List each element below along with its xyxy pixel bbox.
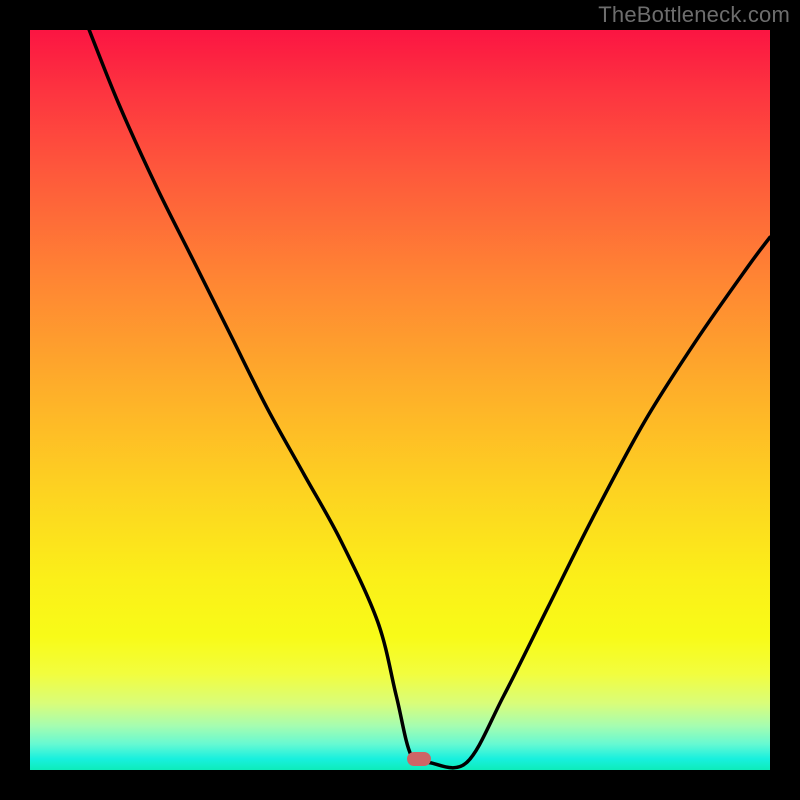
watermark-text: TheBottleneck.com [598, 2, 790, 28]
chart-frame: TheBottleneck.com [0, 0, 800, 800]
plot-area [30, 30, 770, 770]
optimal-marker [407, 752, 431, 766]
bottleneck-curve [30, 30, 770, 770]
